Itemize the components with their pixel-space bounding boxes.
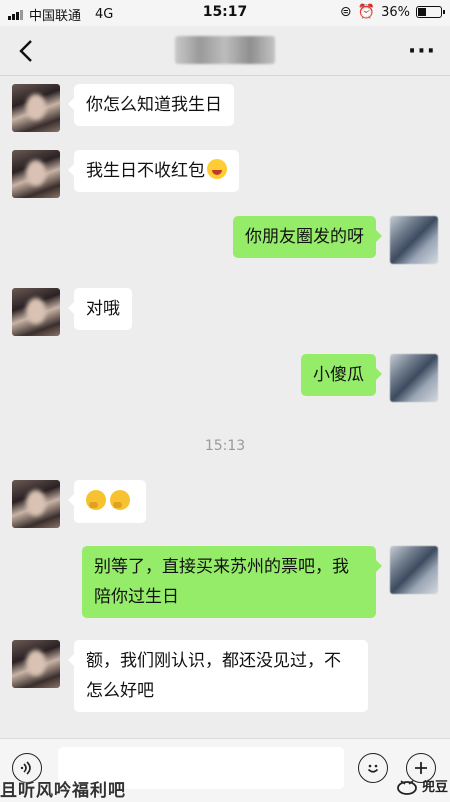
message-text: 额，我们刚认识，都还没见过，不怎么好吧 <box>86 651 341 701</box>
logo-mark-icon <box>397 779 417 795</box>
battery-icon <box>416 6 445 18</box>
message-incoming[interactable] <box>68 480 146 523</box>
my-avatar[interactable] <box>390 546 438 594</box>
back-button[interactable] <box>12 36 42 66</box>
chat-header: ··· <box>0 26 450 76</box>
logo-text: 兜豆 <box>422 780 449 795</box>
my-avatar[interactable] <box>390 354 438 402</box>
watermark-text: 且听风吟福利吧 <box>0 781 126 801</box>
status-bar: 中国联通 4G 15:17 ⊜ ⏰ 36% <box>0 0 450 26</box>
message-text: 小傻瓜 <box>313 365 364 385</box>
tongue-out-emoji-icon <box>207 159 227 179</box>
message-text: 对哦 <box>86 299 120 319</box>
contact-avatar[interactable] <box>12 288 60 336</box>
status-right: ⊜ ⏰ 36% <box>339 4 445 20</box>
message-timestamp: 15:13 <box>204 438 246 454</box>
contact-avatar[interactable] <box>12 84 60 132</box>
rotation-lock-icon: ⊜ <box>339 4 352 20</box>
more-button[interactable]: ··· <box>408 39 436 64</box>
thinking-emoji-icon <box>110 490 130 510</box>
emoji-button[interactable] <box>358 753 388 783</box>
contact-avatar[interactable] <box>12 480 60 528</box>
voice-icon <box>20 761 31 775</box>
message-text: 你朋友圈发的呀 <box>245 227 364 247</box>
message-incoming[interactable]: 对哦 <box>68 288 132 330</box>
message-outgoing[interactable]: 别等了，直接买来苏州的票吧，我陪你过生日 <box>82 546 382 618</box>
message-incoming[interactable]: 你怎么知道我生日 <box>68 84 234 126</box>
battery-percent: 36% <box>381 4 410 20</box>
contact-avatar[interactable] <box>12 640 60 688</box>
thinking-emoji-icon <box>86 490 106 510</box>
alarm-icon: ⏰ <box>357 4 376 20</box>
message-text: 别等了，直接买来苏州的票吧，我陪你过生日 <box>94 557 349 607</box>
source-logo: 兜豆 <box>396 776 448 795</box>
battery-fill <box>418 8 426 16</box>
message-outgoing[interactable]: 你朋友圈发的呀 <box>233 216 382 258</box>
contact-name-blurred <box>175 36 275 64</box>
chevron-left-icon <box>19 40 32 62</box>
plus-icon <box>415 762 427 774</box>
emoji-icon <box>367 764 379 773</box>
message-text: 我生日不收红包 <box>86 161 205 181</box>
my-avatar[interactable] <box>390 216 438 264</box>
message-text: 你怎么知道我生日 <box>86 95 222 115</box>
message-outgoing[interactable]: 小傻瓜 <box>301 354 382 396</box>
contact-avatar[interactable] <box>12 150 60 198</box>
message-incoming[interactable]: 我生日不收红包 <box>68 150 239 192</box>
message-incoming[interactable]: 额，我们刚认识，都还没见过，不怎么好吧 <box>68 640 368 712</box>
